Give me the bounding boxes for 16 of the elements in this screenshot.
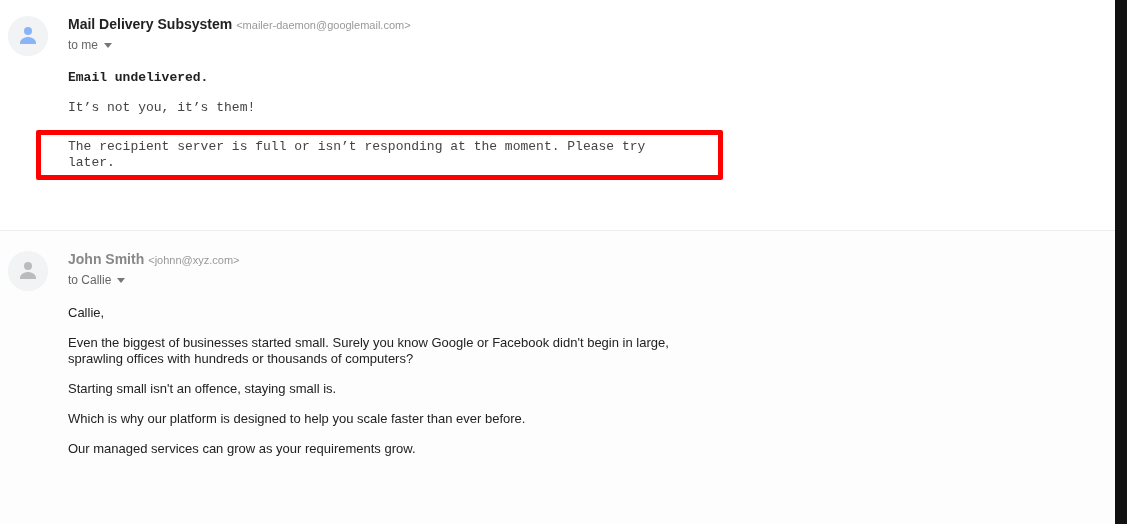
sender-address: <mailer-daemon@googlemail.com> xyxy=(236,19,411,31)
message-paragraph: Starting small isn't an offence, staying small is. xyxy=(68,381,338,397)
sender-name: Mail Delivery Subsystem xyxy=(68,16,233,32)
caret-icon[interactable] xyxy=(104,42,112,48)
sender-name: John Smith xyxy=(68,251,145,267)
message-paragraph: Even the biggest of businesses started small. Surely you know Google or Facebook didn't begin in large, sprawling offices with hundreds or thousands of computers? xyxy=(68,335,670,367)
message-paragraph: It’s not you, it’s them! xyxy=(68,100,257,116)
message-paragraph: Which is why our platform is designed to help you scale faster than ever before. xyxy=(68,411,527,427)
message-paragraph: Callie, xyxy=(68,305,106,321)
message-paragraph: The recipient server is full or isn’t responding at the moment. Please try later. xyxy=(68,139,647,171)
sender-address: <johnn@xyz.com> xyxy=(148,254,240,266)
recipient-label: to Callie xyxy=(68,273,112,287)
message-paragraph: Our managed services can grow as your requirements grow. xyxy=(68,441,417,457)
message-paragraph: Email undelivered. xyxy=(68,70,210,86)
recipient-label: to me xyxy=(68,38,98,52)
caret-icon[interactable] xyxy=(117,277,126,283)
